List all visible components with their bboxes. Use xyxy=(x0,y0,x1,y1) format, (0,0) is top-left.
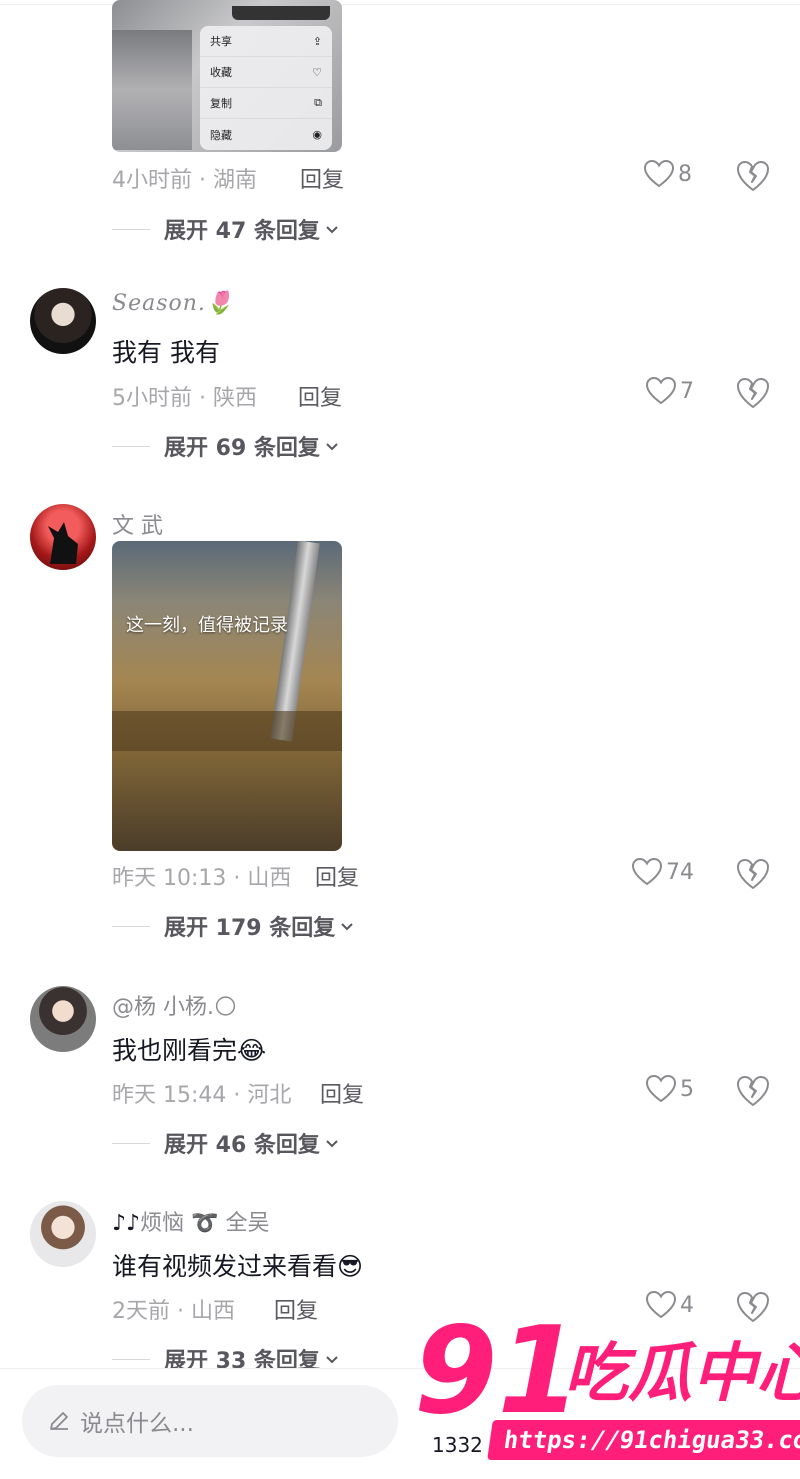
comment-input-placeholder: 说点什么... xyxy=(80,1411,194,1437)
username[interactable]: @杨 小杨.🌕 xyxy=(112,989,237,1021)
comment-image[interactable]: 这一刻，值得被记录 xyxy=(112,541,342,851)
comment-text: 我也刚看完😂 xyxy=(112,1036,267,1065)
heart-outline-icon xyxy=(646,377,676,405)
menu-item-share[interactable]: 共享 ⇪ xyxy=(200,26,332,57)
avatar[interactable] xyxy=(30,288,96,354)
expand-replies-button[interactable]: 展开 69 条回复 xyxy=(112,430,340,462)
like-button[interactable]: 7 xyxy=(646,377,694,405)
comment-image-screenshot[interactable]: 共享 ⇪ 收藏 ♡ 复制 ⧉ 隐藏 ◉ xyxy=(112,0,342,152)
watermark-url: https://91chigua33.com xyxy=(487,1420,800,1460)
comment-meta: 4小时前 · 湖南 xyxy=(112,168,257,193)
like-button[interactable]: 8 xyxy=(644,160,692,188)
expand-label: 展开 69 条回复 xyxy=(164,436,320,461)
expand-replies-button[interactable]: 展开 46 条回复 xyxy=(112,1127,340,1159)
image-step xyxy=(112,711,342,751)
share-icon: ⇪ xyxy=(312,34,322,48)
expand-label: 展开 179 条回复 xyxy=(164,916,336,941)
username[interactable]: 文 武 xyxy=(112,508,163,540)
expand-label: 展开 46 条回复 xyxy=(164,1133,320,1158)
heart-outline-icon xyxy=(644,160,674,188)
chevron-down-icon xyxy=(341,923,353,931)
comment-meta: 5小时前 · 陕西 xyxy=(112,386,257,411)
expand-label: 展开 47 条回复 xyxy=(164,219,320,244)
loop-icon: ➰ xyxy=(191,1211,219,1236)
expand-line xyxy=(112,445,150,447)
sunglasses-emoji: 😎 xyxy=(337,1252,364,1281)
menu-item-favorite[interactable]: 收藏 ♡ xyxy=(200,57,332,88)
comment-input[interactable]: 说点什么... xyxy=(22,1385,398,1457)
comment-text: 我有 我有 xyxy=(112,338,220,367)
pencil-icon xyxy=(50,1412,68,1430)
blur-block xyxy=(112,30,192,150)
eye-slash-icon: ◉ xyxy=(312,128,322,141)
comment-item: Season.🌷 我有 我有 5小时前 · 陕西 回复 7 展开 69 条回复 xyxy=(0,285,800,465)
comment-item: 文 武 这一刻，值得被记录 昨天 10:13 · 山西 回复 74 展开 179… xyxy=(0,502,800,952)
heart-outline-icon xyxy=(646,1075,676,1103)
broken-heart-icon[interactable] xyxy=(736,858,770,890)
watermark-number: 91 xyxy=(414,1302,581,1441)
moon-emoji: 🌕 xyxy=(214,995,237,1020)
chevron-down-icon xyxy=(326,1140,338,1148)
avatar[interactable] xyxy=(30,1201,96,1267)
expand-replies-button[interactable]: 展开 47 条回复 xyxy=(112,213,340,245)
music-note-icon: ♪♪ xyxy=(112,1211,141,1236)
broken-heart-icon[interactable] xyxy=(736,160,770,192)
watermark-logo: 91 吃瓜中心 https://91chigua33.com xyxy=(414,1312,800,1479)
like-count: 8 xyxy=(678,161,692,187)
image-caption: 这一刻，值得被记录 xyxy=(126,615,288,636)
comment-meta: 2天前 · 山西 xyxy=(112,1299,235,1324)
expand-line xyxy=(112,925,150,927)
broken-heart-icon[interactable] xyxy=(736,1075,770,1107)
heart-outline-icon xyxy=(632,858,662,886)
like-count: 74 xyxy=(666,859,694,885)
broken-heart-icon[interactable] xyxy=(736,377,770,409)
reply-button[interactable]: 回复 xyxy=(315,860,359,892)
copy-icon: ⧉ xyxy=(314,96,322,109)
comment-meta: 昨天 10:13 · 山西 xyxy=(112,866,292,891)
expand-replies-button[interactable]: 展开 179 条回复 xyxy=(112,910,355,942)
chevron-down-icon xyxy=(326,226,338,234)
reply-button[interactable]: 回复 xyxy=(274,1293,318,1325)
context-menu: 共享 ⇪ 收藏 ♡ 复制 ⧉ 隐藏 ◉ xyxy=(200,26,332,150)
expand-line xyxy=(112,228,150,230)
reply-button[interactable]: 回复 xyxy=(320,1077,364,1109)
comment-meta: 昨天 15:44 · 河北 xyxy=(112,1083,292,1108)
like-count: 5 xyxy=(680,1076,694,1102)
image-dark-bar xyxy=(232,6,330,20)
username[interactable]: Season.🌷 xyxy=(112,291,234,316)
wolf-icon xyxy=(48,522,78,564)
reply-button[interactable]: 回复 xyxy=(298,380,342,412)
chevron-down-icon xyxy=(326,1356,338,1364)
reply-button[interactable]: 回复 xyxy=(300,162,344,194)
comment-text: 谁有视频发过来看看😎 xyxy=(112,1252,364,1281)
menu-item-copy[interactable]: 复制 ⧉ xyxy=(200,88,332,119)
like-button[interactable]: 74 xyxy=(632,858,694,886)
avatar[interactable] xyxy=(30,986,96,1052)
tulip-emoji: 🌷 xyxy=(205,291,235,316)
like-button[interactable]: 5 xyxy=(646,1075,694,1103)
expand-line xyxy=(112,1142,150,1144)
avatar[interactable] xyxy=(30,504,96,570)
menu-item-hide[interactable]: 隐藏 ◉ xyxy=(200,119,332,150)
chevron-down-icon xyxy=(326,443,338,451)
username[interactable]: ♪♪烦恼 ➰ 全吴 xyxy=(112,1205,270,1237)
heart-icon: ♡ xyxy=(312,65,322,79)
watermark-title: 吃瓜中心 xyxy=(564,1337,800,1411)
expand-line xyxy=(112,1358,150,1360)
comment-top: 共享 ⇪ 收藏 ♡ 复制 ⧉ 隐藏 ◉ 4小时前 · 湖南 回复 8 展开 47 条回复 xyxy=(0,0,800,250)
comment-item: @杨 小杨.🌕 我也刚看完😂 昨天 15:44 · 河北 回复 5 展开 46 … xyxy=(0,983,800,1163)
laughing-emoji: 😂 xyxy=(237,1036,267,1065)
like-count: 7 xyxy=(680,378,694,404)
